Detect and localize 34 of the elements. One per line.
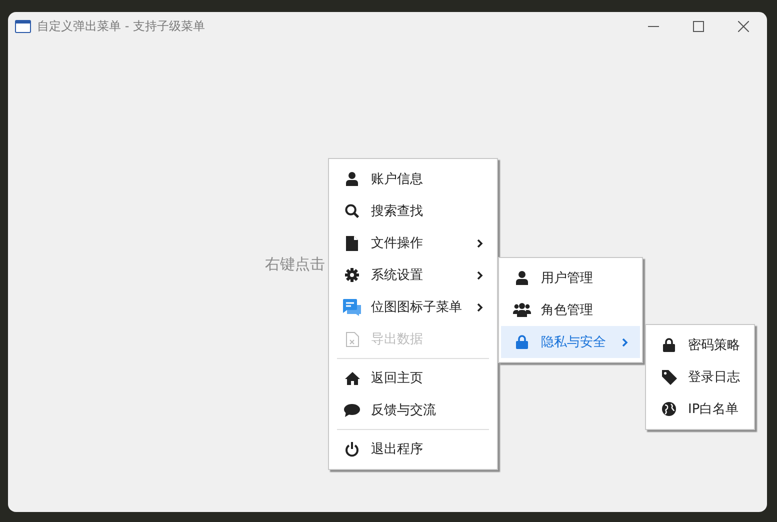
tag-icon (662, 370, 676, 384)
menu-item[interactable]: 返回主页 (331, 362, 495, 394)
menu-item[interactable]: 登录日志 (648, 361, 752, 393)
home-icon (344, 372, 360, 384)
document-icon (346, 236, 358, 250)
menu-item[interactable]: 反馈与交流 (331, 394, 495, 426)
menu-item[interactable]: 位图图标子菜单 (331, 291, 495, 323)
globe-icon (662, 402, 676, 416)
menu-item[interactable]: 账户信息 (331, 163, 495, 195)
person-icon (516, 271, 528, 285)
power-icon (345, 442, 359, 456)
speech-bubble-icon (344, 404, 360, 416)
menu-item[interactable]: 隐私与安全 (501, 326, 640, 358)
menu-item[interactable]: 用户管理 (501, 262, 640, 294)
menu-item[interactable]: 系统设置 (331, 259, 495, 291)
menu-item[interactable]: 退出程序 (331, 433, 495, 465)
menu-item[interactable]: 文件操作 (331, 227, 495, 259)
lock-icon (663, 338, 675, 352)
menu-item[interactable]: 角色管理 (501, 294, 640, 326)
search-icon (345, 204, 359, 218)
people-icon (513, 303, 531, 317)
window-icon (15, 20, 31, 33)
lock-icon (516, 335, 528, 349)
menu-item[interactable]: 搜索查找 (331, 195, 495, 227)
window-title: 自定义弹出菜单 - 支持子级菜单 (37, 18, 205, 35)
person-icon (346, 172, 358, 186)
close-icon[interactable] (738, 21, 749, 32)
chat-bubbles-icon (343, 298, 361, 316)
hint-text: 右键点击 (265, 255, 325, 274)
spreadsheet-file-icon (346, 332, 358, 346)
maximize-icon[interactable] (693, 21, 704, 32)
settings-icon (345, 268, 359, 282)
menu-item[interactable]: 密码策略 (648, 329, 752, 361)
menu-item[interactable]: IP白名单 (648, 393, 752, 425)
